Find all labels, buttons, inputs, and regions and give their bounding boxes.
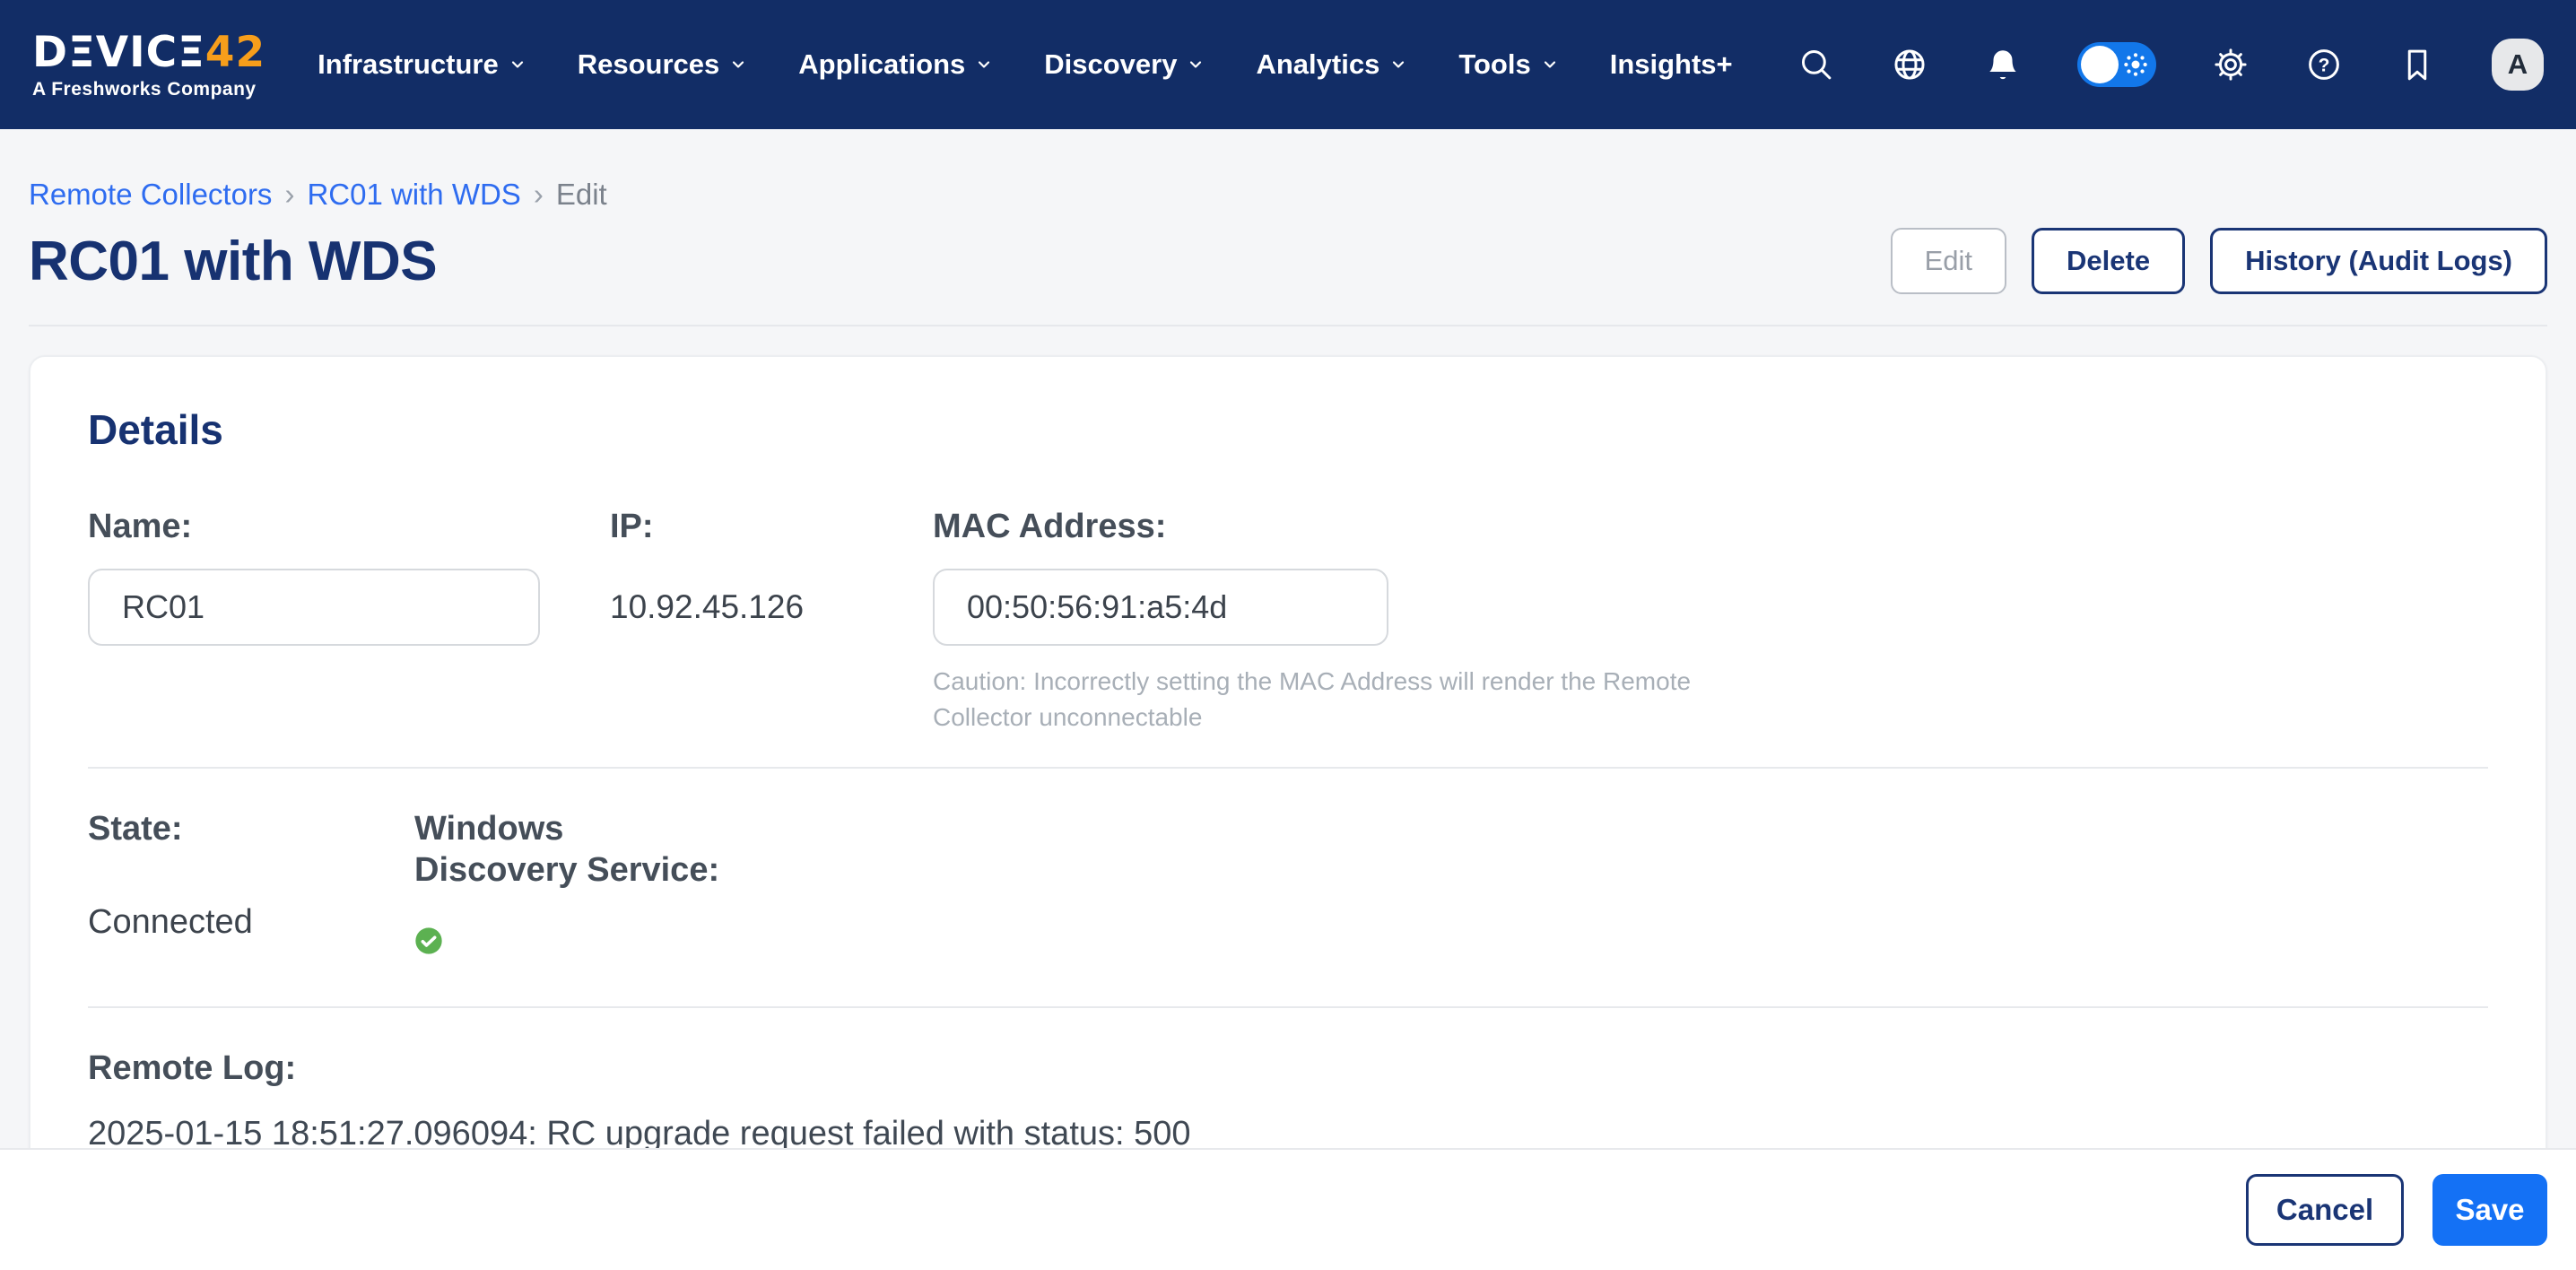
page-title: RC01 with WDS — [29, 230, 437, 293]
state-label: State: — [88, 808, 414, 892]
bell-icon[interactable] — [1984, 46, 2022, 83]
edit-button[interactable]: Edit — [1891, 228, 2006, 294]
logo-text: DΞVICΞ — [32, 28, 205, 77]
nav-item-analytics[interactable]: Analytics — [1256, 48, 1406, 81]
globe-icon[interactable] — [1891, 46, 1928, 83]
avatar-initial: A — [2508, 48, 2528, 81]
chevron-down-icon — [509, 57, 526, 73]
breadcrumb-separator: › — [284, 178, 294, 212]
mac-address-input[interactable] — [933, 569, 1388, 646]
state-wds-labels-row: State: Windows Discovery Service: — [88, 808, 2488, 892]
mac-address-label: MAC Address: — [933, 506, 2488, 547]
divider — [88, 1006, 2488, 1008]
nav-item-discovery[interactable]: Discovery — [1044, 48, 1204, 81]
delete-button[interactable]: Delete — [2032, 228, 2185, 294]
save-button[interactable]: Save — [2432, 1174, 2547, 1246]
details-section-title: Details — [88, 405, 2488, 454]
nav-item-applications[interactable]: Applications — [798, 48, 992, 81]
chevron-down-icon — [1542, 57, 1558, 73]
nav-item-infrastructure[interactable]: Infrastructure — [318, 48, 526, 81]
name-input[interactable] — [88, 569, 540, 646]
form-action-bar: Cancel Save — [0, 1148, 2576, 1270]
ip-label: IP: — [610, 506, 933, 547]
breadcrumb-remote-collectors[interactable]: Remote Collectors — [29, 178, 272, 212]
nav-item-label: Insights+ — [1610, 48, 1733, 81]
details-fields-row: Name: IP: 10.92.45.126 MAC Address: Caut… — [88, 506, 2488, 735]
nav-item-label: Resources — [578, 48, 720, 81]
history-audit-logs-button[interactable]: History (Audit Logs) — [2210, 228, 2547, 294]
logo-42: 42 — [205, 28, 265, 77]
main-content: Remote Collectors › RC01 with WDS › Edit… — [0, 129, 2576, 1148]
breadcrumb-rc01[interactable]: RC01 with WDS — [307, 178, 520, 212]
wds-status-ok-icon — [414, 926, 2488, 960]
nav-item-label: Infrastructure — [318, 48, 499, 81]
mac-caution-text: Caution: Incorrectly setting the MAC Add… — [933, 664, 1722, 734]
chevron-down-icon — [1390, 57, 1406, 73]
search-icon[interactable] — [1797, 46, 1835, 83]
nav-item-tools[interactable]: Tools — [1458, 48, 1557, 81]
remote-log-entry: 2025-01-15 18:51:27.096094: RC upgrade r… — [88, 1115, 2488, 1148]
breadcrumb-current: Edit — [556, 178, 607, 212]
header-actions: Edit Delete History (Audit Logs) — [1891, 228, 2547, 294]
wds-label: Windows Discovery Service: — [414, 808, 728, 892]
chevron-down-icon — [730, 57, 746, 73]
remote-log-label: Remote Log: — [88, 1048, 2488, 1089]
logo-tagline: A Freshworks Company — [32, 80, 265, 99]
svg-text:?: ? — [2319, 55, 2330, 75]
cancel-button[interactable]: Cancel — [2246, 1174, 2404, 1246]
nav-item-insights[interactable]: Insights+ — [1610, 48, 1733, 81]
toggle-knob — [2081, 46, 2119, 83]
gear-icon[interactable] — [2212, 46, 2250, 83]
state-value: Connected — [88, 903, 414, 942]
nav-utility-icons: ? A — [1797, 39, 2544, 91]
help-icon[interactable]: ? — [2305, 46, 2343, 83]
state-wds-values-row: Connected — [88, 903, 2488, 960]
name-label: Name: — [88, 506, 610, 547]
top-navigation-bar: DΞVICΞ42 A Freshworks Company Infrastruc… — [0, 0, 2576, 129]
page-header: Remote Collectors › RC01 with WDS › Edit… — [29, 178, 2547, 326]
logo-wordmark: DΞVICΞ42 — [32, 31, 265, 74]
user-avatar[interactable]: A — [2492, 39, 2544, 91]
breadcrumb: Remote Collectors › RC01 with WDS › Edit — [29, 178, 2547, 212]
details-card: Details Name: IP: 10.92.45.126 MAC Addre… — [29, 355, 2547, 1148]
theme-toggle[interactable] — [2077, 42, 2156, 87]
divider — [88, 767, 2488, 769]
nav-item-label: Discovery — [1044, 48, 1177, 81]
chevron-down-icon — [1188, 57, 1204, 73]
nav-item-label: Applications — [798, 48, 965, 81]
breadcrumb-separator: › — [534, 178, 544, 212]
nav-item-resources[interactable]: Resources — [578, 48, 747, 81]
main-menu: Infrastructure Resources Applications Di… — [318, 48, 1732, 81]
nav-item-label: Analytics — [1256, 48, 1379, 81]
chevron-down-icon — [976, 57, 992, 73]
sun-icon — [2122, 51, 2149, 78]
nav-item-label: Tools — [1458, 48, 1530, 81]
bookmark-icon[interactable] — [2398, 46, 2436, 83]
device42-logo[interactable]: DΞVICΞ42 A Freshworks Company — [32, 31, 265, 99]
ip-value: 10.92.45.126 — [610, 588, 933, 626]
